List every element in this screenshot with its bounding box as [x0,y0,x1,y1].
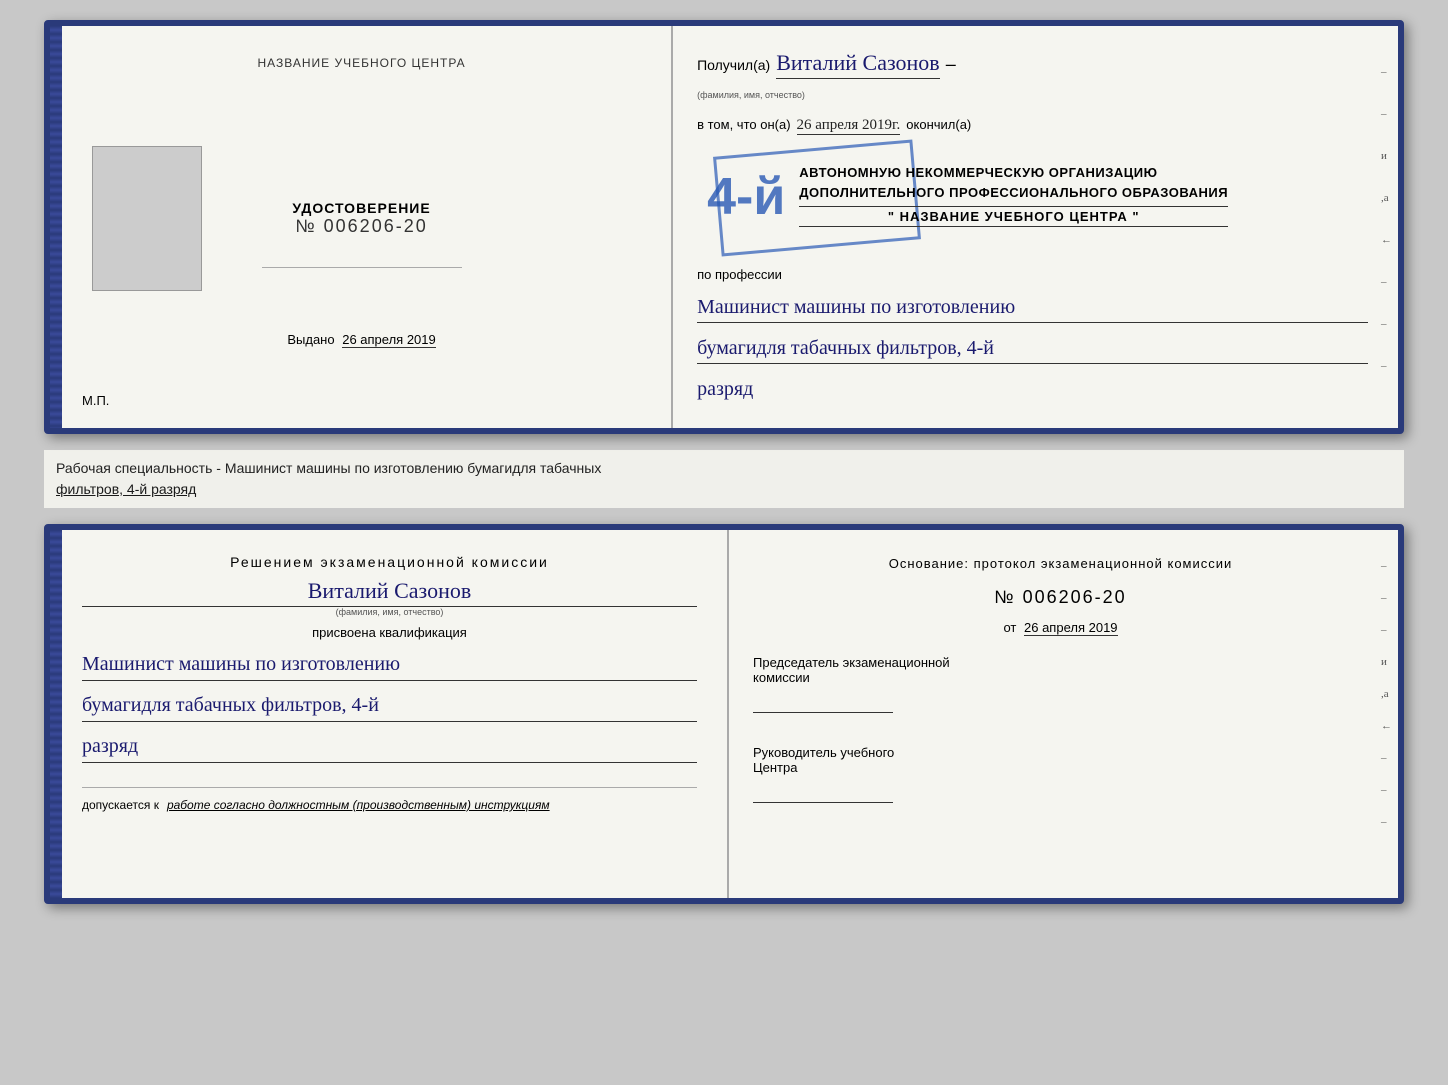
vydano-line: Выдано 26 апреля 2019 [287,332,435,347]
mp-label: М.П. [82,393,109,408]
predsedatel-block: Председатель экзаменационной комиссии [753,655,1368,721]
resheniyem-text: Решением экзаменационной комиссии [82,554,697,570]
ot-date: 26 апреля 2019 [1024,620,1118,636]
okonchil: окончил(а) [906,117,971,132]
dopuskaetsya-prefix: допускается к [82,798,159,812]
top-left-panel: НАЗВАНИЕ УЧЕБНОГО ЦЕНТРА УДОСТОВЕРЕНИЕ №… [62,26,673,428]
osnovanie-text: Основание: протокол экзаменационной коми… [753,554,1368,575]
photo-placeholder [92,146,202,291]
dash: – [946,54,956,75]
stamp-number: 4-й [707,171,785,223]
recipient-name: Виталий Сазонов [776,50,939,79]
vtom-line: в том, что он(а) 26 апреля 2019г. окончи… [697,117,1368,135]
middle-text-main: Рабочая специальность - Машинист машины … [56,460,601,476]
fio-label-bottom: (фамилия, имя, отчество) [82,607,697,617]
stamp-block: 4-й АВТОНОМНУЮ НЕКОММЕРЧЕСКУЮ ОРГАНИЗАЦИ… [697,153,1368,241]
protocol-number: № 006206-20 [753,587,1368,608]
prof-line3: разряд [697,374,1368,404]
booklet-spine-top [50,26,62,428]
name-bottom-block: Виталий Сазонов (фамилия, имя, отчество) [82,578,697,617]
org-line2: ДОПОЛНИТЕЛЬНОГО ПРОФЕССИОНАЛЬНОГО ОБРАЗО… [799,183,1228,203]
middle-text-underline: фильтров, 4-й разряд [56,481,196,497]
udostoverenie-block: УДОСТОВЕРЕНИЕ № 006206-20 [262,200,462,272]
booklet-spine-bottom [50,530,62,898]
rukovoditel-line1: Руководитель учебного [753,745,1368,760]
qual-line3: разряд [82,730,697,763]
top-certificate-booklet: НАЗВАНИЕ УЧЕБНОГО ЦЕНТРА УДОСТОВЕРЕНИЕ №… [44,20,1404,434]
vydano-date: 26 апреля 2019 [342,332,436,348]
poluchil-line: Получил(а) Виталий Сазонов – (фамилия, и… [697,50,1368,101]
bottom-right-panel: Основание: протокол экзаменационной коми… [729,530,1398,898]
poprofessii-label: по профессии [697,267,782,282]
predsedatel-signature [753,693,893,713]
udostoverenie-number: № 006206-20 [262,216,462,237]
ot-date-line: от 26 апреля 2019 [753,620,1368,635]
qual-line2: бумагидля табачных фильтров, 4-й [82,689,697,722]
org-name: " НАЗВАНИЕ УЧЕБНОГО ЦЕНТРА " [799,206,1228,227]
right-side-marks-top: – – и ,а ← – – – [1381,66,1392,372]
qual-line1: Машинист машины по изготовлению [82,648,697,681]
udostoverenie-title: УДОСТОВЕРЕНИЕ [262,200,462,216]
prof-line1: Машинист машины по изготовлению [697,292,1368,323]
prisvoena-text: присвоена квалификация [82,625,697,640]
dopuskaetsya-text: работе согласно должностным (производств… [167,798,550,812]
rukovoditel-line2: Центра [753,760,1368,775]
dopuskaetsya-block: допускается к работе согласно должностны… [82,787,697,814]
middle-text-band: Рабочая специальность - Машинист машины … [44,450,1404,508]
predsedatel-line1: Председатель экзаменационной [753,655,1368,670]
name-handwritten-bottom: Виталий Сазонов [82,578,697,607]
rukovoditel-block: Руководитель учебного Центра [753,745,1368,811]
org-line1: АВТОНОМНУЮ НЕКОММЕРЧЕСКУЮ ОРГАНИЗАЦИЮ [799,163,1228,183]
training-center-label-top: НАЗВАНИЕ УЧЕБНОГО ЦЕНТРА [257,56,465,70]
right-side-marks-bottom: – – – и ,а ← – – – [1381,560,1392,828]
vydano-label: Выдано [287,332,334,347]
poluchil-prefix: Получил(а) [697,57,770,73]
prof-line2: бумагидля табачных фильтров, 4-й [697,333,1368,364]
predsedatel-line2: комиссии [753,670,1368,685]
bottom-certificate-booklet: Решением экзаменационной комиссии Витали… [44,524,1404,904]
poprofessii-line: по профессии [697,267,1368,282]
top-right-panel: Получил(а) Виталий Сазонов – (фамилия, и… [673,26,1398,428]
rukovoditel-signature [753,783,893,803]
fio-label-top: (фамилия, имя, отчество) [697,90,805,100]
bottom-left-panel: Решением экзаменационной комиссии Витали… [62,530,729,898]
vtom-prefix: в том, что он(а) [697,117,790,132]
vtom-date: 26 апреля 2019г. [797,117,901,135]
ot-prefix: от [1003,620,1016,635]
